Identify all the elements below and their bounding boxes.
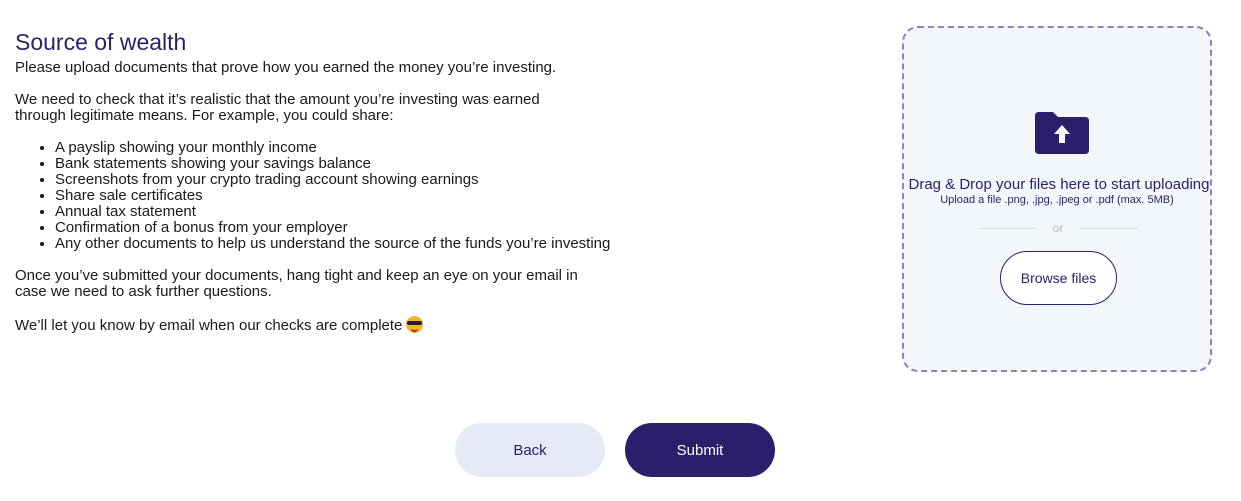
page-title: Source of wealth: [15, 29, 187, 55]
document-examples-list: A payslip showing your monthly income Ba…: [15, 140, 615, 252]
divider-line: [1080, 228, 1138, 229]
source-of-wealth-content: Source of wealth Please upload documents…: [15, 28, 615, 334]
list-item: Bank statements showing your savings bal…: [55, 156, 615, 172]
after-submit-text: Once you’ve submitted your documents, ha…: [15, 267, 578, 300]
sunglasses-emoji-icon: [406, 316, 424, 333]
back-button[interactable]: Back: [455, 423, 605, 477]
list-item: Share sale certificates: [55, 188, 615, 204]
dropzone-title: Drag & Drop your files here to start upl…: [908, 176, 1210, 193]
list-item: Screenshots from your crypto trading acc…: [55, 172, 615, 188]
folder-upload-icon: [1035, 112, 1089, 154]
list-item: Any other documents to help us understan…: [55, 236, 615, 252]
final-note-text: We’ll let you know by email when our che…: [15, 317, 403, 334]
intro-text: Please upload documents that prove how y…: [15, 59, 557, 76]
list-item: A payslip showing your monthly income: [55, 140, 615, 156]
requirement-text: We need to check that it’s realistic tha…: [15, 91, 540, 124]
list-item: Annual tax statement: [55, 204, 615, 220]
submit-button[interactable]: Submit: [625, 423, 775, 477]
dropzone-hint: Upload a file .png, .jpg, .jpeg or .pdf …: [940, 194, 1174, 206]
or-divider: or: [978, 221, 1138, 237]
final-note: We’ll let you know by email when our che…: [15, 316, 615, 334]
browse-files-button[interactable]: Browse files: [1000, 251, 1117, 305]
list-item: Confirmation of a bonus from your employ…: [55, 220, 615, 236]
file-dropzone[interactable]: Drag & Drop your files here to start upl…: [902, 26, 1212, 372]
